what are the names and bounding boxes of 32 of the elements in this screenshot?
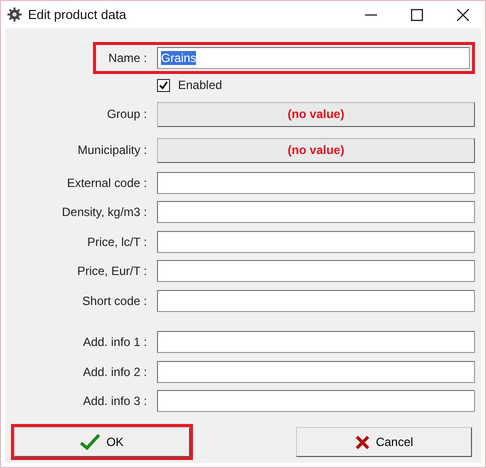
field-label: Add. info 1 : [82, 335, 147, 350]
field-label: Add. info 2 : [82, 364, 147, 379]
field-label: Price, lc/T : [86, 234, 147, 249]
close-icon[interactable] [457, 8, 469, 20]
gear-icon [7, 7, 22, 22]
field-label: Price, Eur/T : [76, 264, 147, 278]
ok-button[interactable]: OK [14, 427, 190, 457]
input-field[interactable] [157, 201, 475, 224]
field-label: Group : [106, 107, 147, 121]
maximize-icon[interactable] [411, 8, 423, 20]
field-label: Short code : [81, 294, 147, 308]
picker-button[interactable]: (no value) [157, 138, 475, 162]
field-label: Name : [107, 51, 147, 65]
input-field[interactable] [157, 331, 475, 354]
input-field[interactable] [157, 172, 475, 194]
field-label: External code : [66, 176, 147, 190]
checkbox[interactable] [157, 78, 170, 92]
window-title: Edit product data [28, 7, 128, 22]
checkmark-icon [80, 434, 100, 450]
picker-button[interactable]: (no value) [157, 102, 475, 126]
checkbox-label: Enabled [178, 78, 222, 92]
input-field[interactable] [157, 360, 475, 383]
input-field[interactable]: Grains [157, 47, 470, 69]
input-field[interactable] [157, 390, 475, 412]
input-field[interactable] [157, 260, 475, 282]
field-label: Municipality : [76, 143, 147, 157]
input-field[interactable] [157, 290, 475, 312]
input-field[interactable] [157, 230, 475, 253]
field-label: Add. info 3 : [82, 394, 147, 408]
cross-icon [354, 434, 370, 450]
field-label: Density, kg/m3 : [60, 205, 147, 220]
cancel-button[interactable]: Cancel [296, 427, 472, 457]
